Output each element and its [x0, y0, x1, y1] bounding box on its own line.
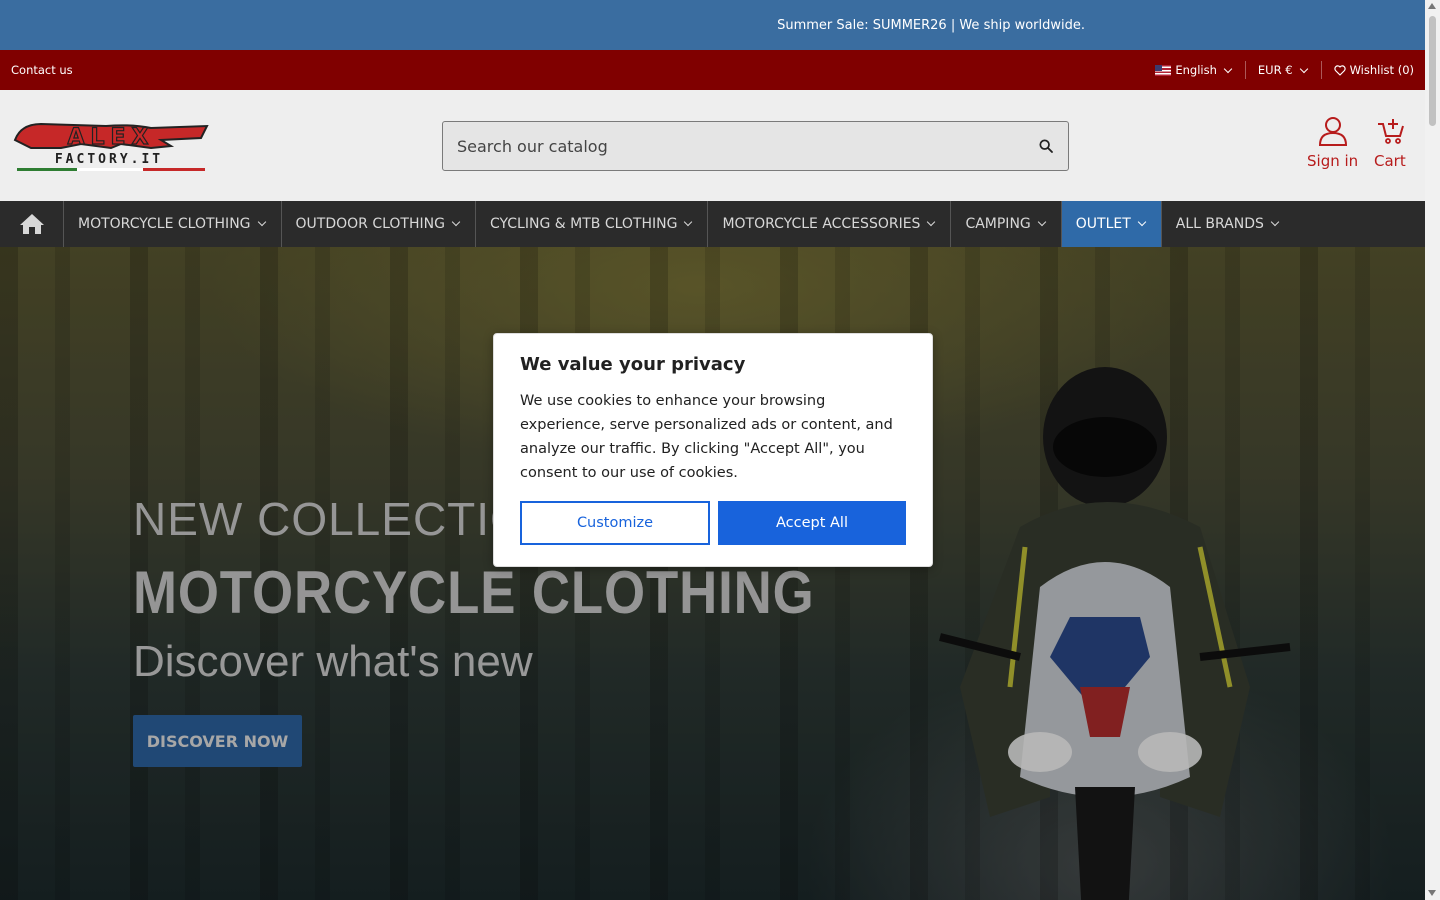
signin-label: Sign in: [1307, 152, 1359, 170]
chevron-down-icon: [1299, 64, 1308, 73]
nav-outlet[interactable]: OUTLET: [1061, 201, 1162, 247]
customize-button[interactable]: Customize: [520, 501, 710, 545]
currency-label: EUR €: [1257, 63, 1293, 77]
page: Summer Sale: SUMMER26 | We ship worldwid…: [0, 0, 1425, 900]
chevron-down-icon: [684, 217, 693, 227]
cookie-title: We value your privacy: [520, 354, 746, 375]
user-icon: [1318, 117, 1347, 146]
scrollbar-thumb[interactable]: [1429, 16, 1436, 126]
nav-motorcycle-clothing[interactable]: MOTORCYCLE CLOTHING: [64, 201, 282, 247]
chevron-down-icon: [927, 217, 936, 227]
site-header: ALEX FACTORY.IT Sign in Cart: [0, 90, 1425, 201]
nav-label: MOTORCYCLE CLOTHING: [78, 216, 251, 232]
scroll-up-arrow-icon[interactable]: [1428, 3, 1436, 9]
cart-button[interactable]: Cart: [1374, 116, 1406, 170]
announcement-bar: Summer Sale: SUMMER26 | We ship worldwid…: [0, 0, 1425, 50]
nav-label: ALL BRANDS: [1175, 216, 1264, 232]
accept-all-button[interactable]: Accept All: [718, 501, 906, 545]
chevron-down-icon: [1037, 217, 1047, 227]
search-box[interactable]: [442, 121, 1069, 171]
cart-icon: [1377, 119, 1404, 144]
nav-label: OUTDOOR CLOTHING: [295, 216, 445, 232]
nav-motorcycle-accessories[interactable]: MOTORCYCLE ACCESSORIES: [708, 201, 952, 247]
nav-camping[interactable]: CAMPING: [951, 201, 1062, 247]
main-nav: MOTORCYCLE CLOTHING OUTDOOR CLOTHING CYC…: [0, 201, 1425, 247]
chevron-down-icon: [257, 217, 266, 227]
contact-link[interactable]: Contact us: [11, 63, 73, 77]
nav-home[interactable]: [0, 201, 64, 247]
wishlist-link[interactable]: Wishlist (0): [1320, 61, 1414, 79]
home-icon: [19, 214, 44, 234]
topbar-right: English EUR € Wishlist (0): [1143, 61, 1414, 79]
announcement-text: Summer Sale: SUMMER26 | We ship worldwid…: [777, 17, 1085, 33]
signin-button[interactable]: Sign in: [1307, 116, 1358, 170]
cart-label: Cart: [1374, 152, 1406, 170]
search-icon[interactable]: [1038, 138, 1054, 154]
cookie-body: We use cookies to enhance your browsing …: [520, 393, 893, 481]
nav-outdoor-clothing[interactable]: OUTDOOR CLOTHING: [282, 201, 476, 247]
chevron-down-icon: [1137, 217, 1147, 227]
chevron-down-icon: [451, 217, 461, 227]
nav-label: CAMPING: [965, 216, 1031, 232]
us-flag-icon: [1155, 64, 1172, 76]
heart-icon: [1333, 64, 1346, 76]
currency-selector[interactable]: EUR €: [1244, 61, 1321, 79]
topbar: Contact us English EUR € Wishlist (0): [0, 50, 1425, 90]
page-scrollbar[interactable]: [1425, 0, 1440, 900]
nav-label: OUTLET: [1075, 216, 1131, 232]
chevron-down-icon: [1223, 64, 1233, 73]
wishlist-label: Wishlist (0): [1349, 63, 1414, 77]
language-selector[interactable]: English: [1143, 61, 1245, 79]
nav-label: CYCLING & MTB CLOTHING: [489, 216, 678, 232]
svg-text:FACTORY.IT: FACTORY.IT: [55, 152, 163, 167]
nav-cycling-mtb-clothing[interactable]: CYCLING & MTB CLOTHING: [476, 201, 709, 247]
cookie-actions: Customize Accept All: [520, 501, 906, 545]
nav-label: MOTORCYCLE ACCESSORIES: [722, 216, 921, 232]
scroll-down-arrow-icon[interactable]: [1428, 890, 1436, 896]
site-logo[interactable]: ALEX FACTORY.IT: [11, 118, 211, 174]
chevron-down-icon: [1270, 217, 1280, 227]
language-label: English: [1175, 63, 1217, 77]
svg-text:ALEX: ALEX: [67, 125, 154, 150]
search-input[interactable]: [457, 136, 1038, 156]
cookie-consent-dialog: We value your privacy We use cookies to …: [493, 333, 933, 567]
nav-all-brands[interactable]: ALL BRANDS: [1162, 201, 1294, 247]
